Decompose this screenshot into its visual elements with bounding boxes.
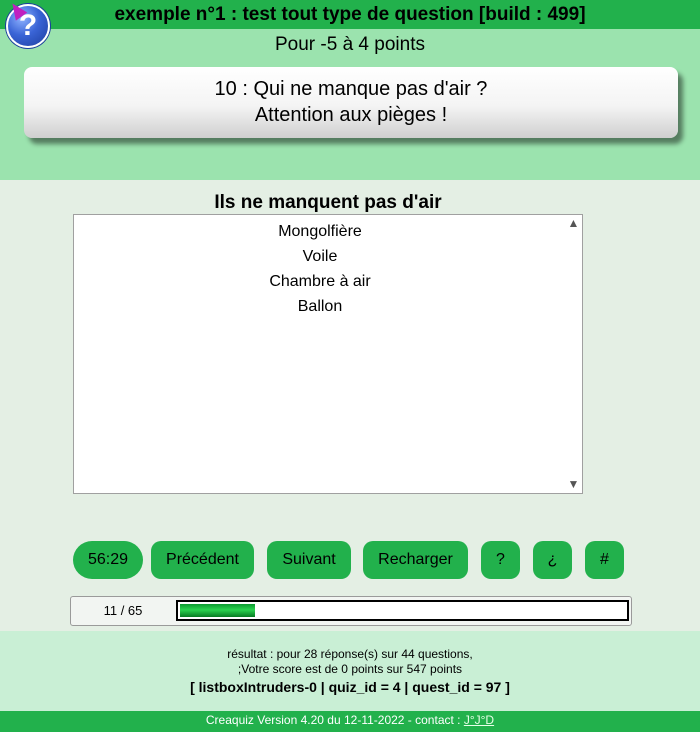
points-range: Pour -5 à 4 points [275,34,425,55]
timer-button[interactable]: 56:29 [73,541,143,579]
scroll-down-icon[interactable]: ▼ [565,476,582,493]
listbox-title: Ils ne manquent pas d'air [214,192,442,213]
progress-label: 11 / 65 [103,603,143,618]
top-title-bar: exemple n°1 : test tout type de question… [0,0,700,29]
debug-info: [ listboxIntruders-0 | quiz_id = 4 | que… [190,679,510,695]
question-hint: Attention aux pièges ! [254,104,448,126]
next-button[interactable]: Suivant [267,541,351,579]
list-item[interactable]: Mongolfière [74,219,566,244]
scroll-up-icon[interactable]: ▲ [565,215,582,232]
bottom-bar: Creaquiz Version 4.20 du 12-11-2022 - co… [0,711,700,732]
progress-panel: 11 / 65 [70,596,632,626]
result-summary: résultat : pour 28 réponse(s) sur 44 que… [227,647,473,661]
list-item[interactable]: Ballon [74,294,566,319]
contact-link[interactable]: J°J°D [464,713,494,727]
listbox-items: Mongolfière Voile Chambre à air Ballon [74,219,566,319]
question-text: 10 : Qui ne manque pas d'air ? [214,78,488,100]
previous-button[interactable]: Précédent [151,541,254,579]
answer-listbox[interactable]: Mongolfière Voile Chambre à air Ballon ▲… [73,214,583,494]
button-row: 56:29 Précédent Suivant Recharger ? ¿ # [0,541,700,579]
score-summary: ;Votre score est de 0 points sur 547 poi… [237,662,463,676]
reload-button[interactable]: Recharger [363,541,468,579]
list-item[interactable]: Chambre à air [74,269,566,294]
hash-button[interactable]: # [585,541,624,579]
page-title: exemple n°1 : test tout type de question… [114,4,586,25]
version-text: Creaquiz Version 4.20 du 12-11-2022 - co… [205,713,464,727]
help-button[interactable]: ? [481,541,520,579]
question-box: 10 : Qui ne manque pas d'air ? Attention… [24,67,678,138]
progress-fill [180,604,255,617]
list-item[interactable]: Voile [74,244,566,269]
inverted-question-button[interactable]: ¿ [533,541,572,579]
listbox-scrollbar[interactable]: ▲ ▼ [565,215,582,493]
progress-bar [176,600,629,621]
